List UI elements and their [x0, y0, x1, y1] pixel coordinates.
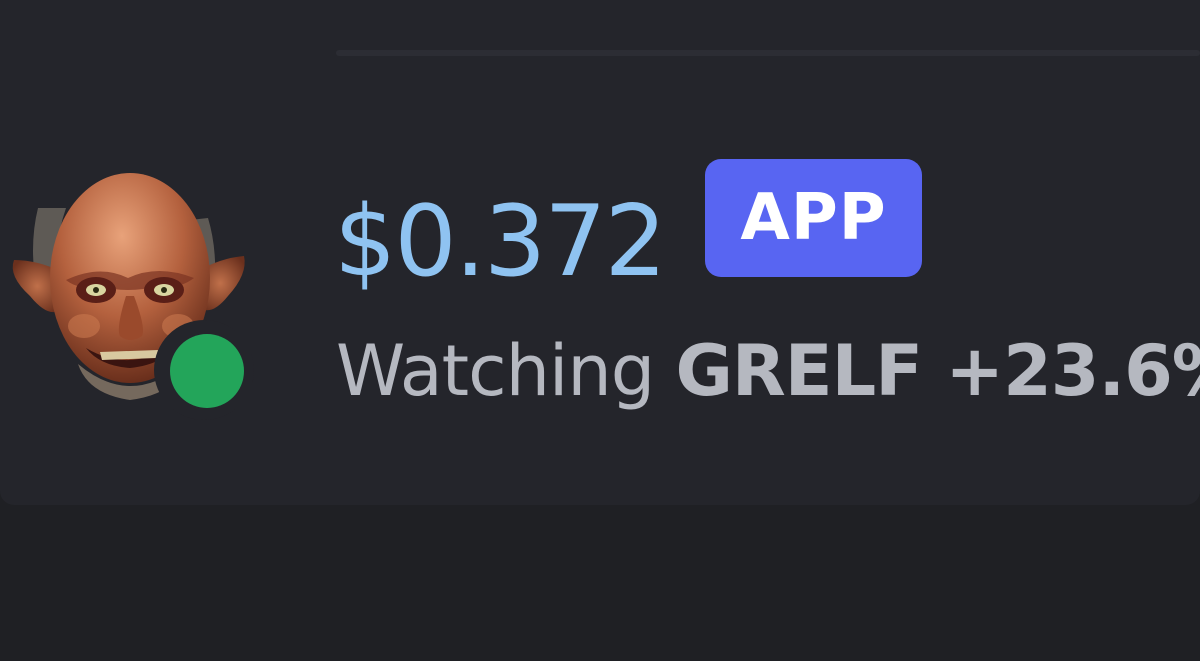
activity-verb: Watching [336, 330, 655, 412]
activity-card: $0.372 APP Watching GRELF +23.6% [0, 0, 1200, 505]
divider [336, 50, 1200, 56]
activity-subject: GRELF +23.6% [675, 330, 1200, 412]
activity-title: $0.372 [334, 185, 667, 299]
app-badge: APP [705, 159, 922, 277]
activity-status: Watching GRELF +23.6% [336, 326, 1200, 416]
online-status-icon [170, 334, 244, 408]
avatar[interactable] [8, 168, 254, 420]
